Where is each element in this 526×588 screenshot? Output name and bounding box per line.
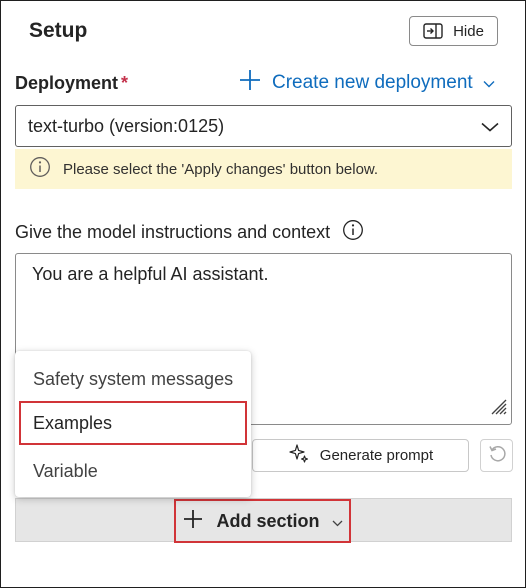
sparkle-icon [288,443,310,469]
deployment-select[interactable]: text-turbo (version:0125) [15,105,512,147]
menu-item-examples[interactable]: Examples [19,401,247,445]
panel-title: Setup [29,19,88,42]
create-new-deployment-label: Create new deployment [272,72,473,93]
add-section-button[interactable]: Add section [174,499,351,543]
info-message-text: Please select the 'Apply changes' button… [63,160,379,178]
generate-prompt-button[interactable]: Generate prompt [252,439,469,472]
info-icon [29,156,51,182]
create-new-deployment-button[interactable]: Create new deployment [238,69,495,97]
chevron-down-icon [481,116,499,137]
add-section-label: Add section [216,510,320,531]
setup-panel: Setup Hide Deployment * Create new deploy… [0,0,526,588]
info-icon[interactable] [342,219,364,246]
chevron-down-icon [332,511,343,532]
deployment-label: Deployment * [15,73,129,93]
hide-button-label: Hide [453,22,484,40]
add-section-menu: Safety system messages Examples Variable [15,351,251,497]
menu-item-variable[interactable]: Variable [15,449,251,493]
info-message-bar: Please select the 'Apply changes' button… [15,149,512,189]
hide-button[interactable]: Hide [409,16,498,46]
plus-icon [238,68,262,98]
panel-collapse-icon [423,23,443,39]
chevron-down-icon [483,72,495,94]
menu-item-label: Safety system messages [33,368,234,389]
required-marker: * [121,73,129,93]
undo-icon [487,443,507,468]
menu-item-label: Variable [33,460,98,481]
menu-item-safety-system-messages[interactable]: Safety system messages [15,357,251,401]
deployment-select-value: text-turbo (version:0125) [28,115,225,136]
system-message-text: You are a helpful AI assistant. [32,264,269,284]
generate-prompt-label: Generate prompt [319,447,434,464]
resize-grip-icon[interactable] [489,397,507,420]
instructions-label: Give the model instructions and context [15,219,364,246]
menu-item-label: Examples [33,412,113,433]
reset-button[interactable] [480,439,513,472]
plus-icon [182,508,204,535]
